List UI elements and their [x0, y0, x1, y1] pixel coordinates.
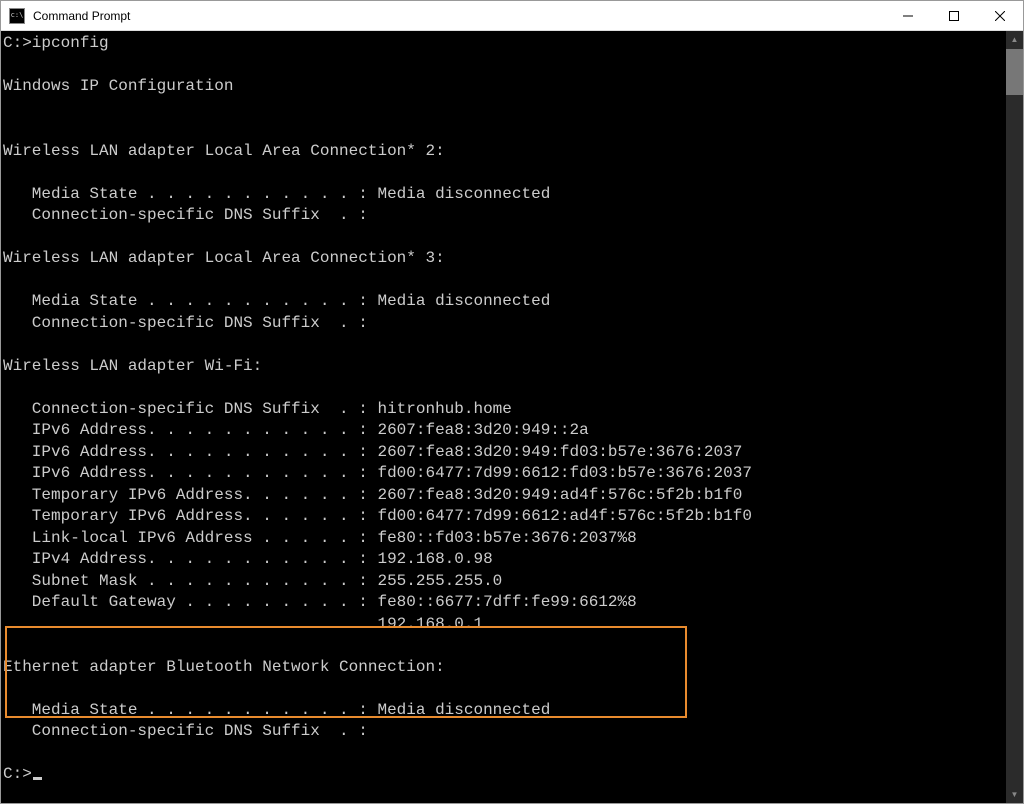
maximize-icon	[949, 11, 959, 21]
scroll-up-icon[interactable]: ▲	[1006, 31, 1023, 48]
output-line: Media State . . . . . . . . . . . : Medi…	[3, 292, 550, 310]
output-line: Link-local IPv6 Address . . . . . : fe80…	[3, 529, 637, 547]
scroll-down-icon[interactable]: ▼	[1006, 786, 1023, 803]
output-line: IPv6 Address. . . . . . . . . . . : 2607…	[3, 443, 742, 461]
maximize-button[interactable]	[931, 1, 977, 31]
prompt-line: C:>ipconfig	[3, 34, 109, 52]
output-line: Wireless LAN adapter Wi-Fi:	[3, 357, 262, 375]
close-icon	[995, 11, 1005, 21]
output-line: Temporary IPv6 Address. . . . . . : fd00…	[3, 507, 752, 525]
output-line: Connection-specific DNS Suffix . :	[3, 206, 368, 224]
output-line: Wireless LAN adapter Local Area Connecti…	[3, 249, 445, 267]
output-line: Connection-specific DNS Suffix . :	[3, 314, 368, 332]
cursor-icon	[33, 777, 42, 780]
vertical-scrollbar[interactable]: ▲ ▼	[1006, 31, 1023, 803]
output-line: Default Gateway . . . . . . . . . : fe80…	[3, 593, 637, 611]
output-line: Subnet Mask . . . . . . . . . . . : 255.…	[3, 572, 502, 590]
output-line: Media State . . . . . . . . . . . : Medi…	[3, 185, 550, 203]
window-controls	[885, 1, 1023, 31]
app-icon	[9, 8, 25, 24]
output-line: 192.168.0.1	[3, 615, 483, 633]
output-line: Connection-specific DNS Suffix . :	[3, 722, 368, 740]
prompt-line: C:>	[3, 765, 32, 783]
output-line: IPv6 Address. . . . . . . . . . . : fd00…	[3, 464, 752, 482]
close-button[interactable]	[977, 1, 1023, 31]
output-line: Wireless LAN adapter Local Area Connecti…	[3, 142, 445, 160]
command-prompt-window: Command Prompt C:>ipconfig Windows IP Co…	[0, 0, 1024, 804]
scrollbar-thumb[interactable]	[1006, 49, 1023, 95]
output-line: IPv4 Address. . . . . . . . . . . : 192.…	[3, 550, 493, 568]
output-line: Temporary IPv6 Address. . . . . . : 2607…	[3, 486, 742, 504]
terminal-output[interactable]: C:>ipconfig Windows IP Configuration Wir…	[1, 31, 1006, 803]
output-line: Ethernet adapter Bluetooth Network Conne…	[3, 658, 445, 676]
output-line: IPv6 Address. . . . . . . . . . . : 2607…	[3, 421, 589, 439]
minimize-icon	[903, 11, 913, 21]
window-title: Command Prompt	[33, 9, 130, 23]
terminal-area: C:>ipconfig Windows IP Configuration Wir…	[1, 31, 1023, 803]
titlebar[interactable]: Command Prompt	[1, 1, 1023, 31]
output-line: Connection-specific DNS Suffix . : hitro…	[3, 400, 512, 418]
minimize-button[interactable]	[885, 1, 931, 31]
output-line: Media State . . . . . . . . . . . : Medi…	[3, 701, 550, 719]
output-line: Windows IP Configuration	[3, 77, 233, 95]
